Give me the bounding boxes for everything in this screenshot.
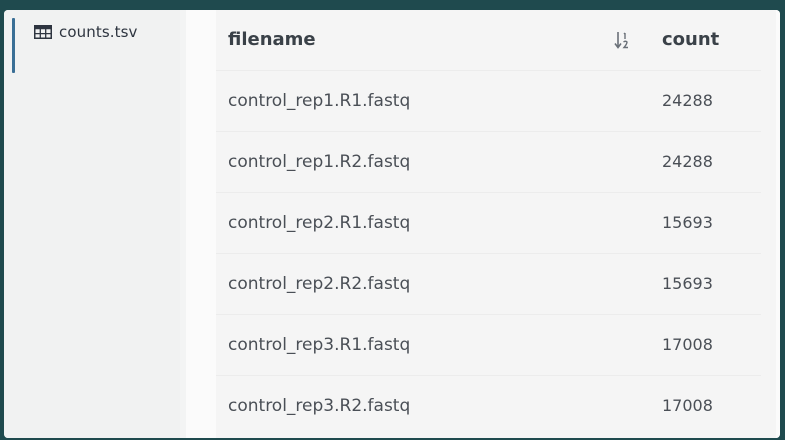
table-row[interactable]: control_rep3.R1.fastq 17008 — [216, 314, 761, 375]
table-row[interactable]: control_rep3.R2.fastq 17008 — [216, 375, 761, 436]
table-row[interactable]: control_rep1.R1.fastq 24288 — [216, 70, 761, 131]
cell-count: 15693 — [662, 213, 713, 232]
sort-descending-icon[interactable] — [614, 30, 632, 50]
file-sidebar: counts.tsv — [4, 10, 180, 438]
cell-count: 15693 — [662, 274, 713, 293]
cell-count: 24288 — [662, 91, 713, 110]
column-header-count[interactable]: count — [648, 10, 761, 70]
cell-filename: control_rep2.R1.fastq — [228, 212, 411, 233]
header-row: filename count — [216, 10, 761, 70]
table-row[interactable]: control_rep1.R2.fastq 24288 — [216, 131, 761, 192]
sidebar-item-counts-tsv[interactable]: counts.tsv — [34, 20, 137, 44]
table-body: control_rep1.R1.fastq 24288 control_rep1… — [216, 70, 761, 436]
column-header-filename-label: filename — [228, 29, 316, 51]
table-header: filename count — [216, 10, 761, 70]
data-table: filename count control_rep1.R1.fastq 242… — [216, 10, 761, 436]
active-file-indicator — [12, 18, 15, 73]
cell-count: 24288 — [662, 152, 713, 171]
cell-filename: control_rep3.R1.fastq — [228, 334, 411, 355]
sidebar-item-label: counts.tsv — [59, 23, 138, 41]
table-panel: filename count control_rep1.R1.fastq 242… — [186, 10, 780, 438]
screen-background: counts.tsv filename count control_rep1.R… — [0, 0, 785, 440]
cell-filename: control_rep1.R2.fastq — [228, 151, 411, 172]
cell-filename: control_rep1.R1.fastq — [228, 90, 411, 111]
table-row[interactable]: control_rep2.R1.fastq 15693 — [216, 192, 761, 253]
table-row[interactable]: control_rep2.R2.fastq 15693 — [216, 253, 761, 314]
app-window: counts.tsv filename count control_rep1.R… — [4, 10, 780, 438]
cell-filename: control_rep3.R2.fastq — [228, 395, 411, 416]
cell-count: 17008 — [662, 335, 713, 354]
cell-filename: control_rep2.R2.fastq — [228, 273, 411, 294]
table-icon — [34, 25, 52, 39]
table-container: filename count control_rep1.R1.fastq 242… — [216, 10, 776, 438]
column-header-filename[interactable]: filename — [216, 10, 648, 70]
cell-count: 17008 — [662, 396, 713, 416]
